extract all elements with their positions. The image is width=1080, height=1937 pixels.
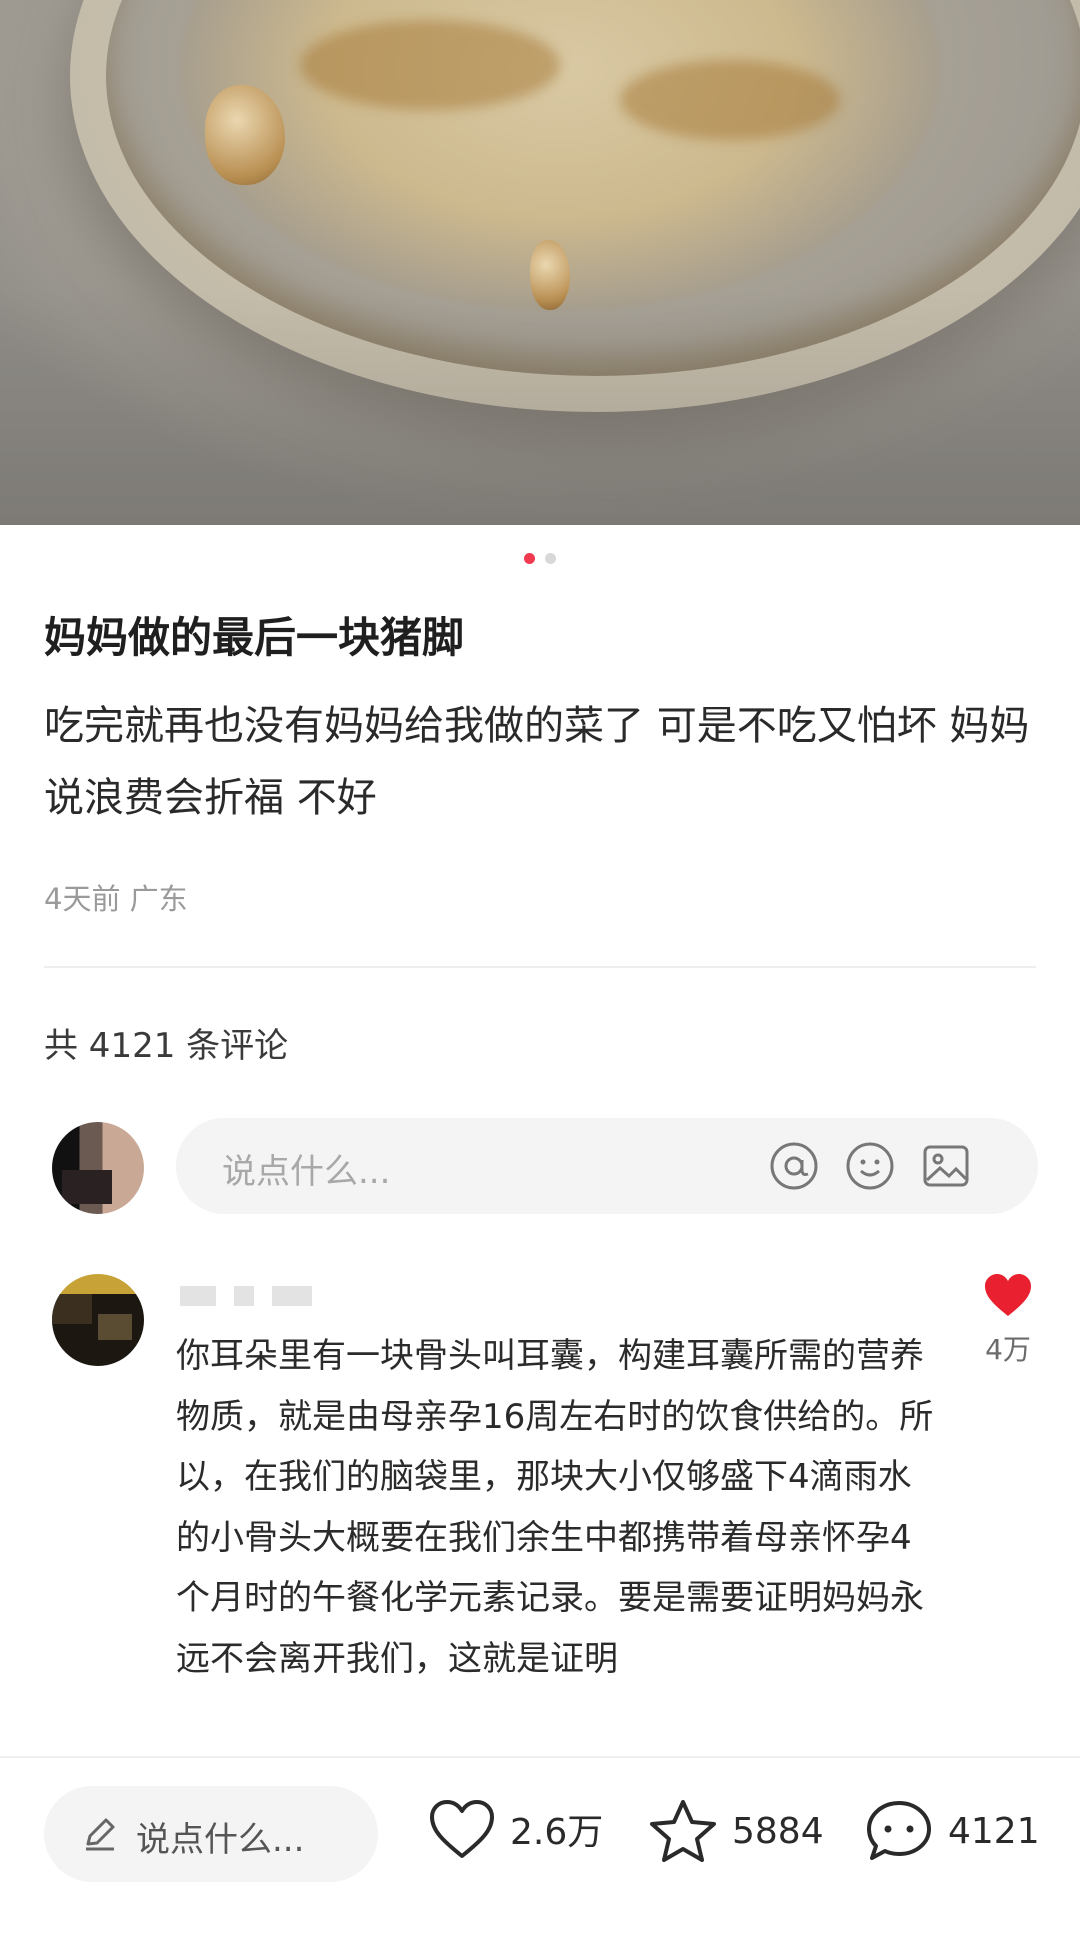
bottom-input-placeholder: 说点什么... (136, 1820, 305, 1860)
like-button[interactable]: 2.6万 (428, 1798, 603, 1860)
comment-input[interactable]: 说点什么... (176, 1118, 1038, 1214)
mention-icon[interactable] (766, 1138, 822, 1194)
post-image[interactable] (0, 0, 1080, 525)
post-time: 4天前 (44, 882, 121, 916)
comment-count-bottom: 4121 (948, 1810, 1040, 1852)
divider (44, 966, 1036, 968)
comment-like-button[interactable]: 4万 (968, 1272, 1048, 1368)
pencil-icon (86, 1818, 115, 1851)
bottom-comment-input[interactable]: 说点什么... (44, 1786, 378, 1882)
post-location: 广东 (129, 882, 188, 916)
emoji-icon[interactable] (842, 1138, 898, 1194)
comment-like-count: 4万 (985, 1333, 1031, 1366)
pager-dot (545, 553, 556, 564)
bottom-bar: 说点什么... 2.6万 5884 4121 (0, 1756, 1080, 1937)
heart-filled-icon (985, 1274, 1031, 1316)
comment-bubble-icon (867, 1801, 931, 1860)
image-shade (0, 0, 1080, 525)
post-body: 吃完就再也没有妈妈给我做的菜了 可是不吃又怕坏 妈妈说浪费会折福 不好 (44, 703, 1030, 821)
comment-input-placeholder: 说点什么... (222, 1152, 391, 1192)
like-count: 2.6万 (510, 1812, 604, 1853)
favorite-count: 5884 (732, 1810, 824, 1852)
post-meta: 4天前 广东 (44, 876, 188, 918)
pager-dot-active (524, 553, 535, 564)
post-title: 妈妈做的最后一块猪脚 (44, 613, 465, 662)
comment-text: 你耳朵里有一块骨头叫耳囊，构建耳囊所需的营养物质，就是由母亲孕16周左右时的饮食… (176, 1336, 934, 1679)
image-pager[interactable] (0, 553, 1080, 564)
image-icon[interactable] (918, 1138, 974, 1194)
comment-count: 共 4121 条评论 (44, 1026, 289, 1066)
star-icon (650, 1800, 716, 1862)
favorite-button[interactable]: 5884 (648, 1798, 824, 1864)
commenter-avatar[interactable] (52, 1274, 144, 1366)
comment-button[interactable]: 4121 (864, 1798, 1040, 1864)
my-avatar[interactable] (52, 1122, 144, 1214)
commenter-name-blurred[interactable] (180, 1286, 312, 1306)
heart-icon (430, 1800, 494, 1858)
